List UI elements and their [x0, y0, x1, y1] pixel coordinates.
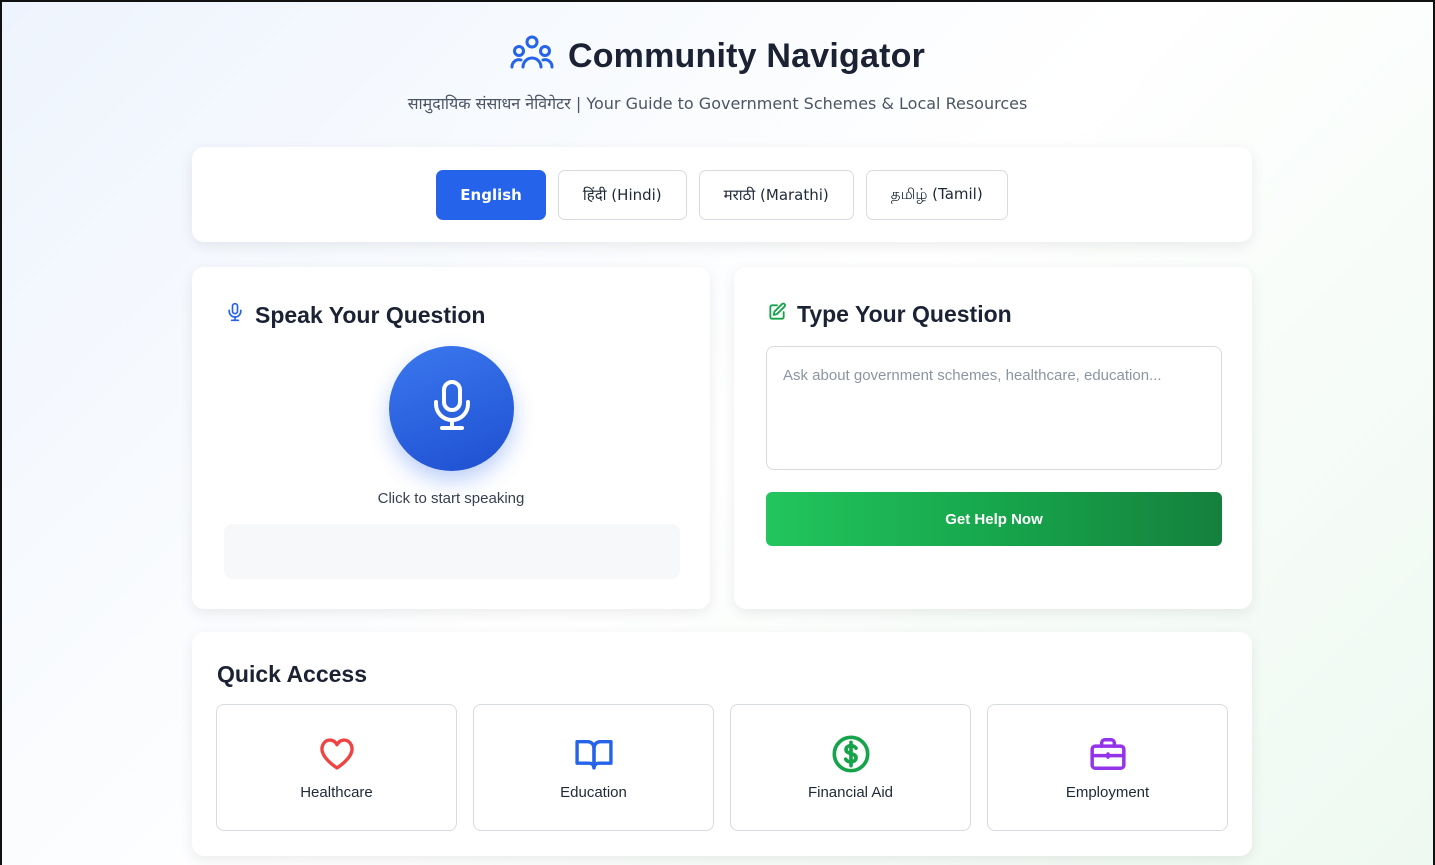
- quick-access-title: Quick Access: [217, 661, 368, 687]
- page-subtitle: सामुदायिक संसाधन नेविगेटर | Your Guide t…: [407, 94, 1028, 113]
- heart-icon: [318, 734, 356, 774]
- speak-card-title: Speak Your Question: [225, 301, 485, 329]
- quick-item-label: Healthcare: [300, 784, 373, 801]
- dollar-icon: [831, 734, 871, 774]
- book-icon: [574, 734, 614, 774]
- lang-button-tamil[interactable]: தமிழ் (Tamil): [865, 169, 1008, 220]
- question-input[interactable]: [766, 346, 1222, 470]
- quick-item-label: Financial Aid: [807, 784, 894, 801]
- type-title-text: Type Your Question: [797, 301, 1012, 327]
- quick-item-employment[interactable]: Employment: [987, 704, 1228, 831]
- microphone-icon: [225, 301, 245, 329]
- page-header: Community Navigator सामुदायिक संसाधन नेव…: [2, 32, 1433, 114]
- lang-button-english[interactable]: English: [436, 169, 546, 220]
- start-speaking-button[interactable]: [389, 346, 514, 471]
- language-selector: English हिंदी (Hindi) मराठी (Marathi) தம…: [192, 147, 1252, 242]
- title-row: Community Navigator: [2, 32, 1433, 80]
- users-icon: [510, 35, 554, 78]
- quick-item-financial-aid[interactable]: Financial Aid: [730, 704, 971, 831]
- speak-question-card: Speak Your Question Click to start speak…: [192, 267, 710, 609]
- type-card-title: Type Your Question: [767, 301, 1012, 328]
- briefcase-icon: [1088, 734, 1128, 774]
- edit-icon: [767, 301, 787, 328]
- speak-title-text: Speak Your Question: [255, 301, 486, 328]
- type-question-card: Type Your Question Get Help Now: [734, 267, 1252, 609]
- quick-item-education[interactable]: Education: [473, 704, 714, 831]
- quick-access-card: Quick Access Healthcare Education Financ…: [192, 632, 1252, 856]
- quick-item-label: Education: [560, 784, 627, 801]
- speech-transcript: [224, 524, 680, 579]
- get-help-button[interactable]: Get Help Now: [766, 492, 1222, 546]
- lang-button-marathi[interactable]: मराठी (Marathi): [698, 169, 854, 220]
- quick-item-healthcare[interactable]: Healthcare: [216, 704, 457, 831]
- microphone-large-icon: [428, 378, 476, 439]
- lang-button-hindi[interactable]: हिंदी (Hindi): [557, 169, 687, 220]
- quick-access-grid: Healthcare Education Financial Aid Emplo…: [216, 704, 1228, 831]
- quick-item-label: Employment: [1065, 784, 1150, 801]
- page-title: Community Navigator: [567, 36, 926, 75]
- speak-hint: Click to start speaking: [377, 490, 525, 507]
